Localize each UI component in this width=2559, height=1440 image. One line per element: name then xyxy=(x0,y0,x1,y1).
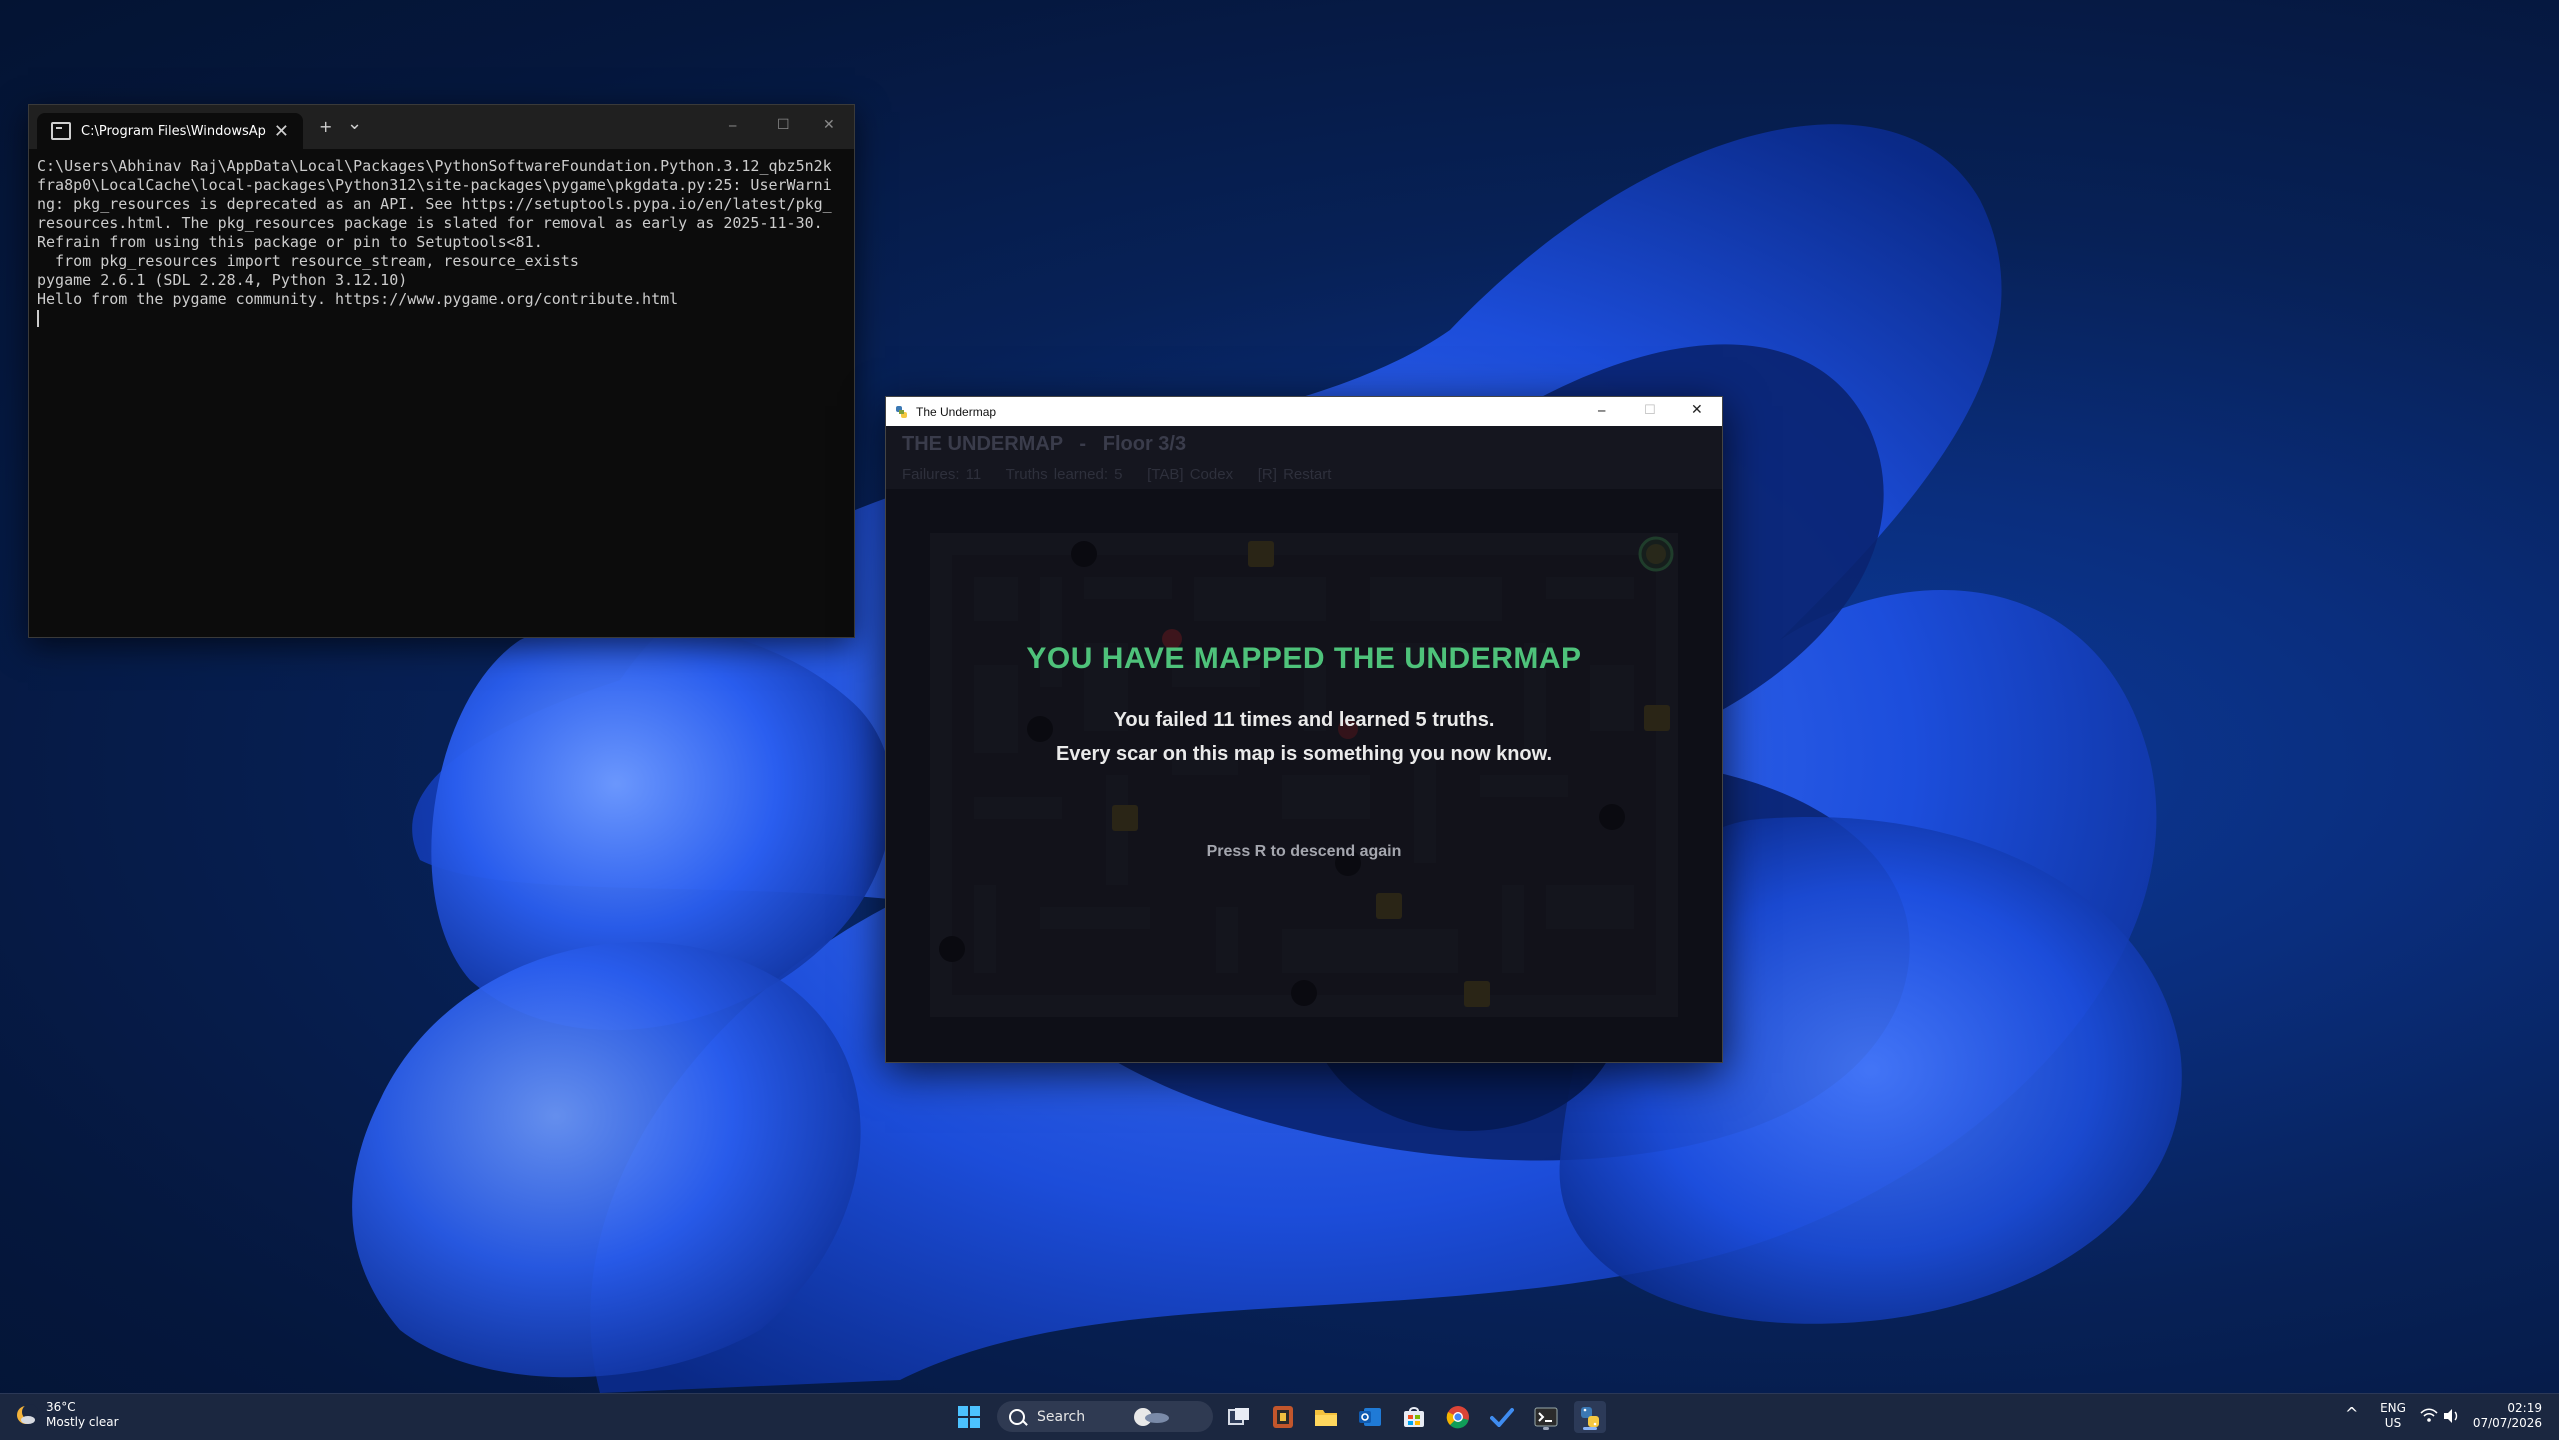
wifi-icon[interactable] xyxy=(2420,1408,2438,1424)
terminal-output[interactable]: C:\Users\Abhinav Raj\AppData\Local\Packa… xyxy=(29,149,854,328)
search-placeholder: Search xyxy=(1037,1408,1086,1425)
windows-start-icon xyxy=(958,1406,980,1428)
terminal-line: resources.html. The pkg_resources packag… xyxy=(37,214,823,232)
victory-title: YOU HAVE MAPPED THE UNDERMAP xyxy=(1026,642,1582,675)
weather-description: Mostly clear xyxy=(46,1415,119,1429)
todo-button[interactable] xyxy=(1486,1401,1518,1433)
clock-date: 07/07/2026 xyxy=(2472,1416,2542,1430)
weather-temperature: 36°C xyxy=(46,1400,76,1414)
terminal-tab-icon xyxy=(51,122,71,140)
taskbar-app-button[interactable] xyxy=(1267,1401,1299,1433)
tab-dropdown-button[interactable]: ⌄ xyxy=(347,113,362,134)
terminal-line: from pkg_resources import resource_strea… xyxy=(37,252,579,270)
terminal-window[interactable]: C:\Program Files\WindowsAp ✕ + ⌄ ─ ☐ ✕ C… xyxy=(28,104,855,638)
terminal-cursor xyxy=(37,310,39,327)
terminal-close-button[interactable]: ✕ xyxy=(823,117,835,133)
terminal-maximize-button[interactable]: ☐ xyxy=(777,117,790,133)
store-button[interactable] xyxy=(1398,1401,1430,1433)
file-explorer-button[interactable] xyxy=(1310,1401,1342,1433)
app-icon xyxy=(1273,1406,1293,1428)
terminal-tab[interactable]: C:\Program Files\WindowsAp ✕ xyxy=(37,113,303,149)
python-taskbar-button[interactable] xyxy=(1574,1401,1606,1433)
active-indicator xyxy=(1583,1427,1597,1430)
running-indicator xyxy=(1543,1427,1549,1430)
outlook-icon xyxy=(1359,1408,1381,1426)
language-indicator[interactable]: ENG US xyxy=(2376,1401,2410,1431)
weather-widget[interactable]: 36°C Mostly clear xyxy=(14,1400,119,1430)
region-code: US xyxy=(2384,1416,2402,1430)
task-view-icon xyxy=(1228,1408,1249,1425)
terminal-taskbar-button[interactable] xyxy=(1530,1401,1562,1433)
search-icon xyxy=(1009,1408,1025,1425)
moon-icon xyxy=(17,1404,38,1424)
todo-icon xyxy=(1490,1408,1514,1427)
terminal-tab-title: C:\Program Files\WindowsAp xyxy=(81,123,266,139)
victory-overlay: YOU HAVE MAPPED THE UNDERMAP You failed … xyxy=(886,397,1722,1062)
store-icon xyxy=(1404,1407,1424,1427)
terminal-line: Refrain from using this package or pin t… xyxy=(37,233,543,251)
language-code: ENG xyxy=(2380,1401,2406,1415)
restart-prompt: Press R to descend again xyxy=(1206,843,1402,860)
new-tab-button[interactable]: + xyxy=(319,117,332,136)
taskbar-search[interactable]: Search xyxy=(997,1401,1213,1432)
terminal-line: fra8p0\LocalCache\local-packages\Python3… xyxy=(37,176,832,194)
task-view-button[interactable] xyxy=(1223,1401,1255,1433)
terminal-line: C:\Users\Abhinav Raj\AppData\Local\Packa… xyxy=(37,157,832,175)
volume-icon[interactable] xyxy=(2443,1408,2461,1424)
chrome-icon xyxy=(1446,1406,1469,1429)
terminal-titlebar[interactable]: C:\Program Files\WindowsAp ✕ + ⌄ ─ ☐ ✕ xyxy=(29,105,854,149)
windows-start-button[interactable] xyxy=(953,1401,985,1433)
chrome-button[interactable] xyxy=(1442,1401,1474,1433)
clock-time: 02:19 xyxy=(2507,1401,2542,1415)
victory-summary: You failed 11 times and learned 5 truths… xyxy=(1113,709,1495,731)
file-explorer-icon xyxy=(1315,1410,1337,1426)
terminal-line: pygame 2.6.1 (SDL 2.28.4, Python 3.12.10… xyxy=(37,271,408,289)
terminal-line: Hello from the pygame community. https:/… xyxy=(37,290,679,308)
outlook-button[interactable] xyxy=(1354,1401,1386,1433)
game-window[interactable]: The Undermap ─ ☐ ✕ THE UNDERMAP - Floor … xyxy=(885,396,1723,1063)
tray-chevron-icon[interactable]: ^ xyxy=(2345,1406,2358,1422)
terminal-icon xyxy=(1534,1407,1558,1427)
python-icon xyxy=(1581,1407,1599,1427)
search-highlight-icon xyxy=(1134,1407,1170,1426)
taskbar: 36°C Mostly clear Search ^ ENG US 02:19 … xyxy=(0,1393,2559,1440)
close-tab-icon[interactable]: ✕ xyxy=(274,121,289,142)
clock[interactable]: 02:19 07/07/2026 xyxy=(2470,1401,2550,1431)
terminal-minimize-button[interactable]: ─ xyxy=(729,119,736,133)
victory-subtitle: Every scar on this map is something you … xyxy=(1055,743,1553,765)
terminal-line: ng: pkg_resources is deprecated as an AP… xyxy=(37,195,832,213)
